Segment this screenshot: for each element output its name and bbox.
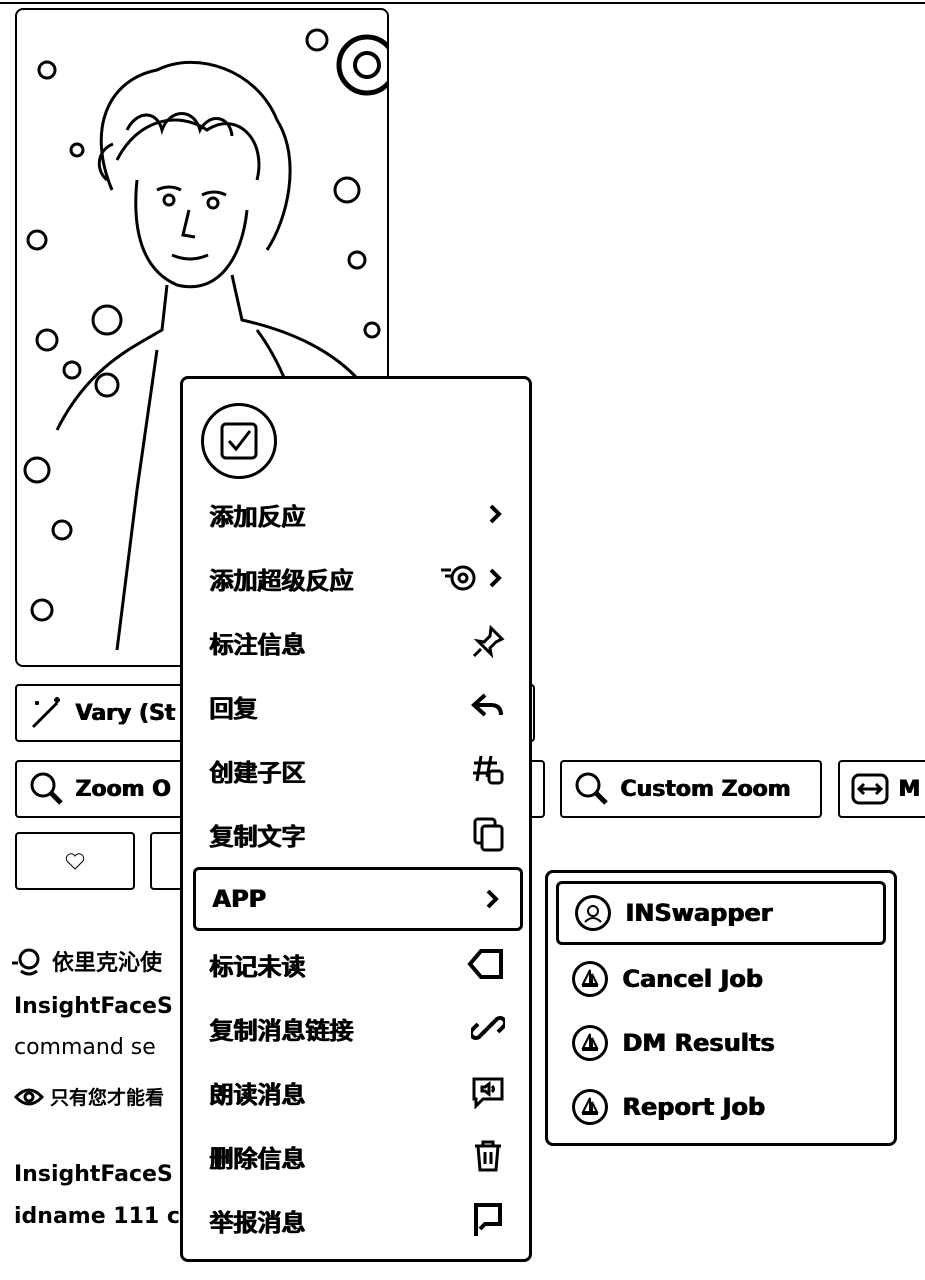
quick-reaction-check[interactable] — [201, 403, 277, 479]
menu-item-label: 朗读消息 — [209, 1080, 305, 1109]
bot-line: InsightFaceS — [14, 994, 173, 1019]
make-square-button[interactable]: M — [838, 760, 925, 818]
bot-line: idname 111 cr — [14, 1204, 191, 1229]
menu-item-delete[interactable]: 删除信息 — [193, 1127, 523, 1185]
menu-item-report[interactable]: 举报消息 — [193, 1191, 523, 1249]
visibility-text: 只有您才能看 — [50, 1087, 165, 1109]
app-item-label: Report Job — [622, 1093, 765, 1121]
flag-icon — [474, 1203, 502, 1236]
menu-item-reply[interactable]: 回复 — [193, 677, 523, 735]
visibility-note: 只有您才能看 — [14, 1083, 164, 1110]
bot-header: 依里克沁使 — [12, 945, 162, 977]
favorite-button[interactable] — [15, 832, 135, 890]
zoom-icon — [575, 772, 608, 805]
app-item-label: Cancel Job — [622, 965, 763, 993]
thread-icon — [473, 755, 504, 785]
speak-icon — [472, 1077, 504, 1109]
bot-line: command se — [14, 1035, 156, 1060]
chevron-right-icon — [489, 568, 502, 588]
app-item-report-job[interactable]: Report Job — [556, 1077, 886, 1137]
menu-item-label: 删除信息 — [209, 1144, 305, 1173]
trash-icon — [475, 1140, 501, 1172]
mark-unread-icon — [467, 949, 503, 979]
menu-item-copy-link[interactable]: 复制消息链接 — [193, 999, 523, 1057]
expand-horizontal-icon — [851, 773, 889, 805]
menu-item-label: 添加反应 — [209, 502, 305, 531]
midjourney-boat-icon — [572, 961, 608, 997]
menu-item-speak-message[interactable]: 朗读消息 — [193, 1063, 523, 1121]
super-reaction-icon — [441, 565, 476, 591]
menu-item-create-thread[interactable]: 创建子区 — [193, 741, 523, 799]
eye-icon — [14, 1088, 44, 1105]
link-icon — [471, 1016, 505, 1040]
menu-item-label: 复制消息链接 — [209, 1016, 353, 1045]
chevron-right-icon — [486, 889, 499, 909]
zoom-out-label: Zoom O — [75, 776, 171, 802]
chevron-right-icon — [489, 504, 502, 524]
bot-line: InsightFaceS — [14, 1162, 173, 1187]
zoom-icon — [30, 772, 63, 805]
menu-item-label: 标注信息 — [209, 630, 305, 659]
magic-wand-icon — [31, 697, 60, 729]
menu-item-label: 举报消息 — [209, 1208, 305, 1237]
reply-icon — [471, 693, 503, 717]
app-item-cancel-job[interactable]: Cancel Job — [556, 949, 886, 1009]
menu-item-apps[interactable]: APP — [193, 867, 523, 931]
midjourney-boat-icon — [572, 1025, 608, 1061]
menu-item-label: 添加超级反应 — [209, 566, 353, 595]
bot-name: 依里克沁使 — [52, 951, 163, 976]
apps-submenu: INSwapper Cancel Job DM Results Report J… — [545, 870, 897, 1146]
menu-item-label: 复制文字 — [209, 822, 305, 851]
custom-zoom-label: Custom Zoom — [620, 776, 791, 802]
heart-icon — [65, 853, 85, 870]
menu-item-label: 回复 — [209, 694, 257, 723]
custom-zoom-button[interactable]: Custom Zoom — [560, 760, 822, 818]
menu-item-label: 创建子区 — [209, 758, 305, 787]
app-item-label: DM Results — [622, 1029, 775, 1057]
menu-item-copy-text[interactable]: 复制文字 — [193, 805, 523, 863]
inswapper-avatar-icon — [575, 895, 611, 931]
app-item-label: INSwapper — [625, 899, 773, 927]
menu-item-label: 标记未读 — [209, 952, 305, 981]
menu-item-label: APP — [212, 885, 266, 913]
make-square-label: M — [898, 776, 920, 802]
bot-avatar-icon — [12, 948, 40, 976]
checkmark-icon — [220, 422, 258, 460]
menu-item-mark-unread[interactable]: 标记未读 — [193, 935, 523, 993]
top-divider — [0, 2, 925, 4]
menu-item-pin[interactable]: 标注信息 — [193, 613, 523, 671]
message-context-menu: 添加反应 添加超级反应 标注信息 回复 创建子区 复制文字 APP 标记未读 复… — [180, 376, 532, 1262]
vary-label: Vary (St — [75, 700, 175, 726]
midjourney-boat-icon — [572, 1089, 608, 1125]
copy-icon — [473, 817, 504, 852]
menu-item-add-super-reaction[interactable]: 添加超级反应 — [193, 549, 523, 607]
app-item-inswapper[interactable]: INSwapper — [556, 881, 886, 945]
pin-icon — [472, 625, 505, 659]
menu-item-add-reaction[interactable]: 添加反应 — [193, 485, 523, 543]
app-item-dm-results[interactable]: DM Results — [556, 1013, 886, 1073]
